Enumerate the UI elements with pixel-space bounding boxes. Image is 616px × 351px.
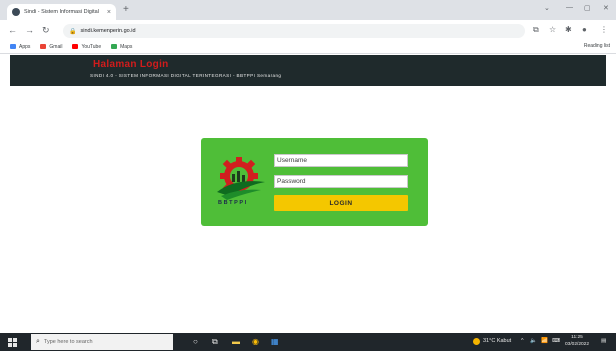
windows-taskbar: ⌕ Type here to search ○ ⧉ ▬ ◉ ▦ 31°C Kab… <box>0 333 616 351</box>
network-icon[interactable]: 📶 <box>541 338 548 344</box>
weather-text[interactable]: 31°C Kabut <box>483 338 511 344</box>
window-close-icon[interactable]: ✕ <box>603 4 609 12</box>
tab-title: Sindi - Sistem Informasi Digital <box>24 9 99 15</box>
address-url[interactable]: sindi.kemenperin.go.id <box>80 28 135 34</box>
bookmarks-bar: Apps Gmail YouTube Maps <box>0 40 616 54</box>
bookmark-star-icon[interactable]: ☆ <box>549 25 556 34</box>
forward-arrow-icon[interactable]: → <box>25 25 34 35</box>
bookmark-maps[interactable]: Maps <box>111 44 132 50</box>
page-subtitle: SINDI 4.0 - SISTEM INFORMASI DIGITAL TER… <box>90 73 282 78</box>
file-explorer-icon[interactable]: ▬ <box>232 337 240 347</box>
taskbar-search-box[interactable]: ⌕ Type here to search <box>31 334 173 350</box>
tab-search-icon[interactable]: ⌄ <box>544 4 550 12</box>
logo-caption: BBTPPI <box>218 200 248 206</box>
bookmark-label: YouTube <box>81 43 102 50</box>
bookmark-gmail[interactable]: Gmail <box>40 44 62 50</box>
tab-close-icon[interactable]: × <box>107 9 111 16</box>
browser-tab-strip: Sindi - Sistem Informasi Digital × + ⌄ —… <box>0 0 616 20</box>
system-clock[interactable]: 11:25 03/02/2022 <box>565 335 589 348</box>
cortana-icon[interactable]: ○ <box>193 337 198 347</box>
site-favicon-icon <box>12 8 20 16</box>
bookmark-label: Apps <box>19 43 31 50</box>
browser-menu-icon[interactable]: ⋮ <box>600 25 608 34</box>
browser-tab[interactable]: Sindi - Sistem Informasi Digital × <box>7 4 116 20</box>
bookmark-label: Gmail <box>49 43 63 50</box>
login-card: BBTPPI LOGIN <box>201 138 428 226</box>
chrome-icon[interactable]: ◉ <box>252 337 259 347</box>
profile-avatar-icon[interactable]: ● <box>582 25 587 34</box>
tray-chevron-icon[interactable]: ^ <box>521 338 524 344</box>
language-icon[interactable]: ⌨ <box>552 338 560 344</box>
reload-icon[interactable]: ↻ <box>42 25 50 36</box>
store-icon[interactable]: ▦ <box>271 337 279 347</box>
password-input[interactable] <box>274 175 408 188</box>
weather-icon[interactable] <box>473 338 480 345</box>
bookmark-youtube[interactable]: YouTube <box>72 44 101 50</box>
login-button[interactable]: LOGIN <box>274 195 408 211</box>
maps-icon <box>111 44 118 49</box>
lock-icon: 🔒 <box>69 28 77 35</box>
new-tab-button[interactable]: + <box>123 4 129 16</box>
minimize-icon[interactable]: — <box>566 4 573 11</box>
windows-start-icon[interactable] <box>8 338 17 347</box>
site-header: Halaman Login SINDI 4.0 - SISTEM INFORMA… <box>10 55 606 86</box>
reading-list-button[interactable]: Reading list <box>584 43 610 49</box>
bookmark-label: Maps <box>120 43 133 50</box>
bookmark-apps[interactable]: Apps <box>10 44 30 50</box>
maximize-icon[interactable]: ▢ <box>584 4 591 12</box>
notifications-icon[interactable]: ▤ <box>601 338 606 344</box>
volume-icon[interactable]: 🔈 <box>530 338 537 344</box>
clock-date: 03/02/2022 <box>565 341 590 347</box>
page-title: Halaman Login <box>93 59 169 70</box>
task-view-icon[interactable]: ⧉ <box>212 337 218 347</box>
gmail-icon <box>40 44 47 49</box>
youtube-icon <box>72 44 79 49</box>
share-icon[interactable]: ⧉ <box>533 25 539 35</box>
search-icon: ⌕ <box>36 338 40 345</box>
address-bar[interactable]: 🔒 sindi.kemenperin.go.id <box>63 24 525 38</box>
back-arrow-icon[interactable]: ← <box>8 25 17 35</box>
extensions-icon[interactable]: ✱ <box>565 25 572 34</box>
apps-grid-icon <box>10 44 16 49</box>
username-input[interactable] <box>274 154 408 167</box>
taskbar-search-placeholder: Type here to search <box>43 339 93 345</box>
